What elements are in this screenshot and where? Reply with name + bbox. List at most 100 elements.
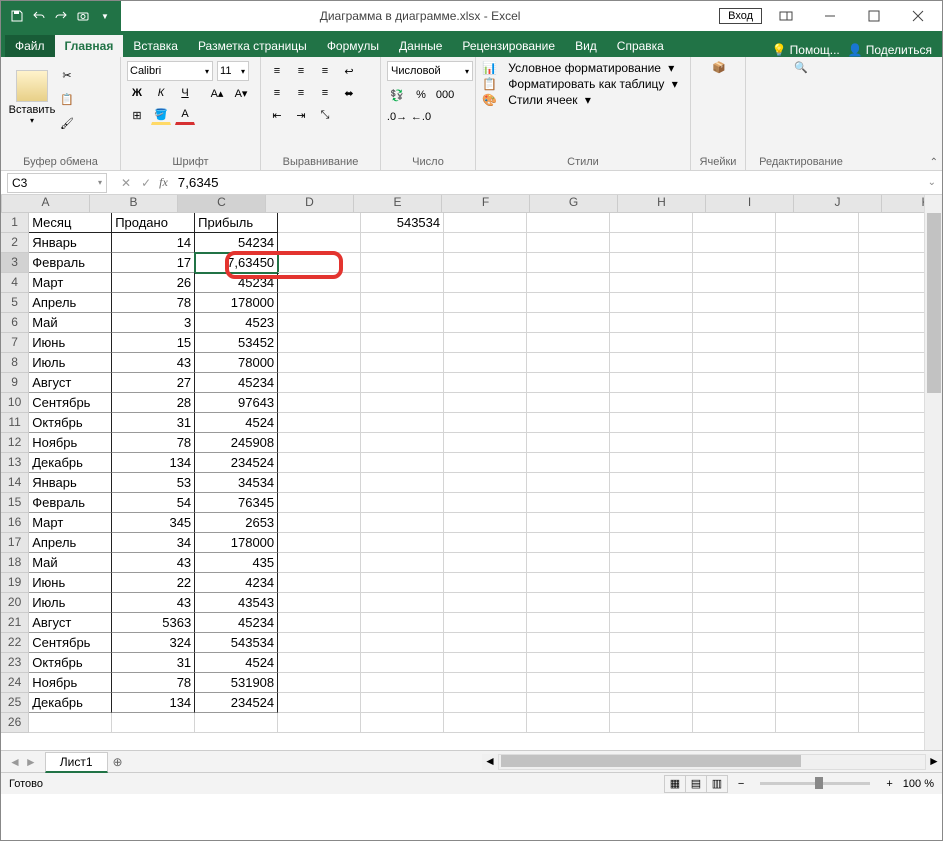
row-header[interactable]: 7 (1, 333, 29, 353)
conditional-formatting-button[interactable]: 📊 Условное форматирование ▾ (482, 61, 684, 75)
fx-icon[interactable]: fx (159, 175, 174, 190)
share-button[interactable]: 👤Поделиться (848, 43, 932, 57)
cell[interactable]: 53452 (195, 333, 278, 353)
cell[interactable]: 22 (112, 573, 195, 593)
row-header[interactable]: 22 (1, 633, 29, 653)
cell[interactable] (361, 553, 444, 573)
cell[interactable] (693, 613, 776, 633)
fill-color-icon[interactable]: 🪣 (151, 105, 171, 125)
cell[interactable] (610, 633, 693, 653)
cell[interactable] (776, 293, 859, 313)
column-header-B[interactable]: B (90, 195, 178, 212)
cell[interactable]: 34534 (195, 473, 278, 493)
add-sheet-button[interactable]: ⊕ (108, 755, 128, 769)
cell[interactable]: 4234 (195, 573, 278, 593)
bold-button[interactable]: Ж (127, 83, 147, 103)
italic-button[interactable]: К (151, 83, 171, 103)
cell[interactable] (278, 353, 361, 373)
row-header[interactable]: 18 (1, 553, 29, 573)
cell[interactable] (610, 713, 693, 733)
cell[interactable] (444, 613, 527, 633)
cell[interactable] (361, 573, 444, 593)
cell[interactable] (278, 293, 361, 313)
ribbon-options-icon[interactable] (766, 2, 806, 30)
close-icon[interactable] (898, 2, 938, 30)
cell[interactable] (278, 673, 361, 693)
cell[interactable] (693, 413, 776, 433)
increase-decimal-icon[interactable]: .0→ (387, 107, 407, 127)
save-icon[interactable] (9, 8, 25, 24)
minimize-icon[interactable] (810, 2, 850, 30)
cell[interactable]: 7,63450 (195, 253, 278, 273)
cell[interactable]: Прибыль (195, 213, 278, 233)
cell[interactable] (610, 533, 693, 553)
cell[interactable] (361, 493, 444, 513)
align-left-icon[interactable]: ≡ (267, 83, 287, 103)
orientation-icon[interactable]: ⤡ (315, 105, 335, 125)
row-header[interactable]: 20 (1, 593, 29, 613)
row-header[interactable]: 14 (1, 473, 29, 493)
cell[interactable]: 14 (112, 233, 195, 253)
cell[interactable] (776, 233, 859, 253)
cell[interactable]: 31 (112, 413, 195, 433)
cell[interactable] (693, 573, 776, 593)
cell[interactable] (776, 693, 859, 713)
cell[interactable]: 54 (112, 493, 195, 513)
cell[interactable] (444, 293, 527, 313)
cell[interactable] (610, 493, 693, 513)
paste-button[interactable]: Вставить ▾ (7, 61, 57, 133)
row-header[interactable]: 25 (1, 693, 29, 713)
cell[interactable] (693, 513, 776, 533)
cell[interactable] (444, 353, 527, 373)
camera-icon[interactable] (75, 8, 91, 24)
cell[interactable] (527, 533, 610, 553)
cell[interactable] (444, 633, 527, 653)
cell[interactable] (444, 673, 527, 693)
cell[interactable]: Месяц (29, 213, 112, 233)
tab-review[interactable]: Рецензирование (452, 35, 565, 57)
cell[interactable]: 5363 (112, 613, 195, 633)
cell[interactable] (776, 593, 859, 613)
cell[interactable]: 543534 (195, 633, 278, 653)
cell[interactable]: 43 (112, 553, 195, 573)
cell[interactable] (278, 713, 361, 733)
borders-icon[interactable]: ⊞ (127, 105, 147, 125)
cell[interactable] (361, 673, 444, 693)
cell[interactable]: Сентябрь (29, 633, 112, 653)
row-header[interactable]: 8 (1, 353, 29, 373)
cell[interactable] (610, 573, 693, 593)
cell[interactable] (361, 713, 444, 733)
cell[interactable] (693, 373, 776, 393)
cell[interactable]: 54234 (195, 233, 278, 253)
cell[interactable] (361, 613, 444, 633)
cell[interactable] (693, 453, 776, 473)
align-center-icon[interactable]: ≡ (291, 83, 311, 103)
cell[interactable]: Март (29, 513, 112, 533)
page-break-view-icon[interactable]: ▥ (706, 775, 728, 793)
cell[interactable] (278, 493, 361, 513)
cell[interactable]: Декабрь (29, 453, 112, 473)
expand-formula-icon[interactable]: ⌄ (922, 177, 942, 188)
row-header[interactable]: 17 (1, 533, 29, 553)
cell[interactable] (278, 653, 361, 673)
row-header[interactable]: 4 (1, 273, 29, 293)
tab-formulas[interactable]: Формулы (317, 35, 389, 57)
cell[interactable] (776, 313, 859, 333)
cell[interactable] (361, 453, 444, 473)
cell[interactable] (776, 273, 859, 293)
cell[interactable] (693, 533, 776, 553)
cell[interactable] (776, 413, 859, 433)
cell[interactable] (361, 393, 444, 413)
row-header[interactable]: 15 (1, 493, 29, 513)
row-header[interactable]: 3 (1, 253, 29, 273)
cell[interactable] (444, 373, 527, 393)
cell[interactable] (693, 313, 776, 333)
row-header[interactable]: 21 (1, 613, 29, 633)
cell[interactable] (278, 633, 361, 653)
cell[interactable]: 17 (112, 253, 195, 273)
cell[interactable] (527, 233, 610, 253)
cell[interactable]: 31 (112, 653, 195, 673)
cell[interactable]: Декабрь (29, 693, 112, 713)
row-header[interactable]: 19 (1, 573, 29, 593)
align-bottom-icon[interactable]: ≡ (315, 61, 335, 81)
